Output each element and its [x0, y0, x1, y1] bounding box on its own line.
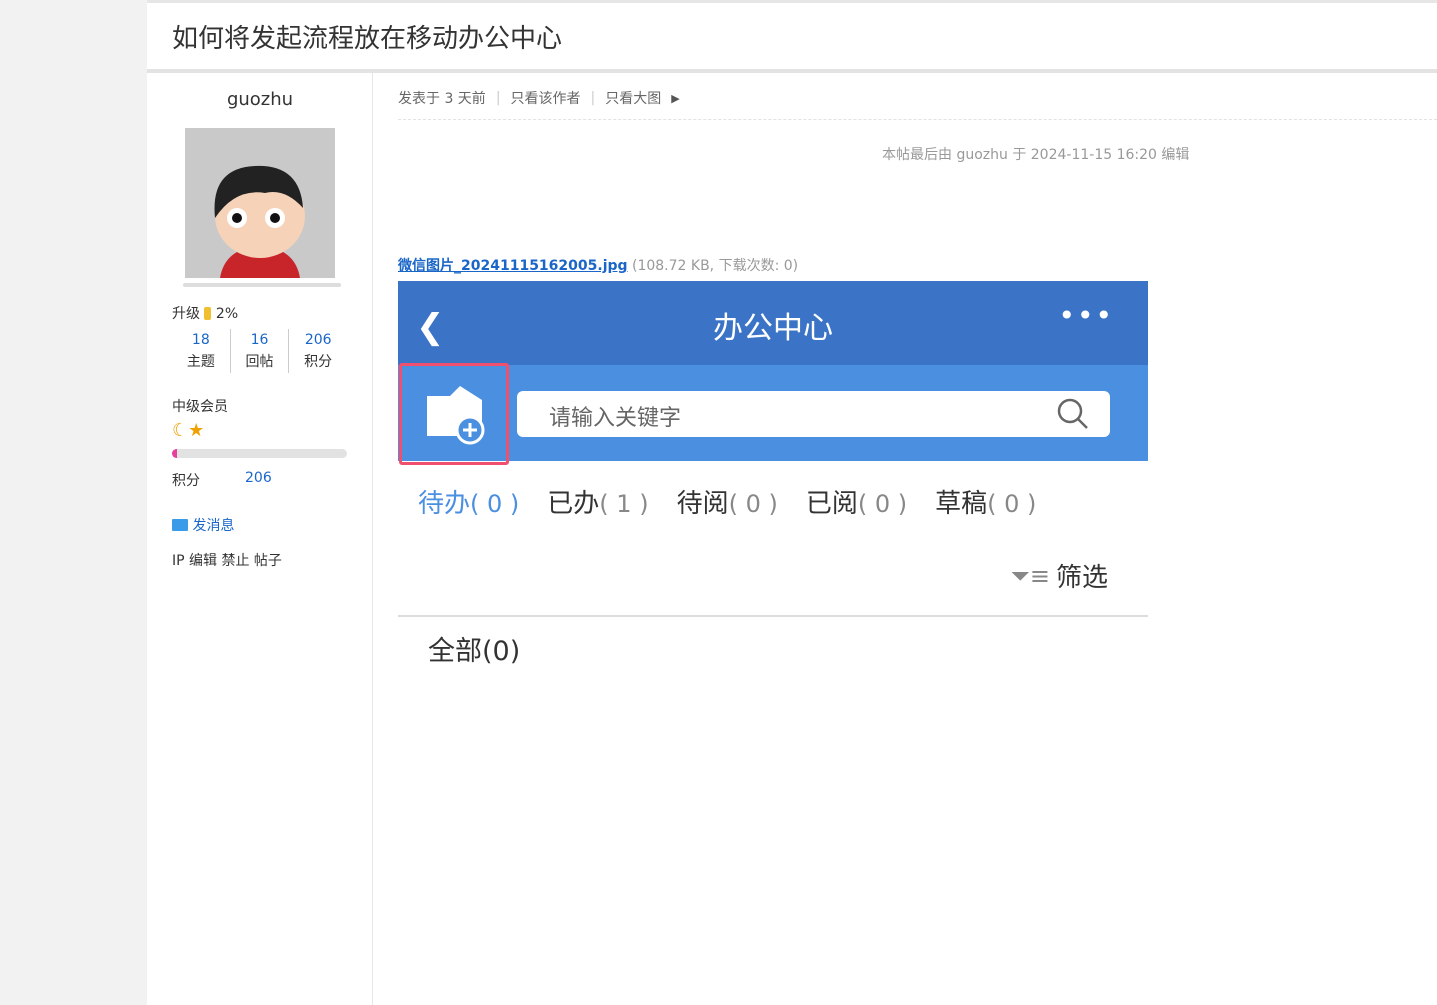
tab-done: 已办( 1 ): [547, 489, 649, 519]
send-message-link[interactable]: 发消息: [172, 515, 234, 535]
app-divider: [398, 615, 1148, 617]
stat-value: 16: [250, 332, 269, 348]
user-stats: 18 主题 16 回帖 206 积分: [172, 329, 347, 373]
more-icon: •••: [1058, 299, 1114, 332]
avatar[interactable]: [185, 128, 335, 278]
points-progress: [172, 449, 347, 458]
attached-screenshot[interactable]: ❮ 办公中心 ••• 请输入关键字 待办( 0 ) 已办( 1 ) 待阅( 0 …: [398, 281, 1148, 681]
send-message-label: 发消息: [192, 518, 235, 534]
top-border: [147, 0, 1437, 3]
upgrade-label: 升级: [172, 306, 200, 322]
triangle-right-icon[interactable]: ▶: [671, 92, 679, 105]
admin-actions[interactable]: IP 编辑 禁止 帖子: [172, 550, 282, 570]
attachment-link[interactable]: 微信图片_20241115162005.jpg: [398, 258, 628, 274]
attachment-info: (108.72 KB, 下载次数: 0): [632, 258, 799, 274]
stat-label: 回帖: [245, 354, 274, 370]
upgrade-percent: 2%: [215, 306, 239, 322]
search-placeholder: 请输入关键字: [549, 406, 682, 431]
app-title: 办公中心: [713, 311, 833, 346]
user-group[interactable]: 中级会员: [172, 396, 228, 416]
attachment: 微信图片_20241115162005.jpg (108.72 KB, 下载次数…: [398, 255, 798, 275]
points-value: 206: [245, 470, 272, 486]
tab-todo: 待办( 0 ): [418, 489, 520, 519]
avatar-divider: [183, 283, 341, 287]
author-name[interactable]: guozhu: [147, 89, 373, 110]
mail-icon: [172, 519, 188, 531]
stat-label: 积分: [304, 354, 333, 370]
app-header: ❮ 办公中心 •••: [398, 281, 1148, 365]
points-label: 积分: [172, 473, 200, 489]
stat-value: 18: [191, 332, 210, 348]
posted-time: 发表于 3 天前: [398, 91, 486, 107]
tab-to-read: 待阅( 0 ): [676, 489, 778, 519]
filter-label: 筛选: [1055, 563, 1108, 593]
new-document-icon: [427, 386, 485, 445]
filter-icon: ⏷≡: [1010, 561, 1050, 590]
author-sidebar: guozhu 升级 2% 18 主题 16 回帖 206 积分 中级会员 ☾★ 积分 …: [147, 73, 373, 1005]
stat-value: 206: [304, 332, 332, 348]
stat-points[interactable]: 206 积分: [288, 329, 347, 373]
stat-replies[interactable]: 16 回帖: [229, 329, 289, 373]
stat-label: 主题: [186, 354, 215, 370]
all-count: 全部(0): [428, 636, 521, 667]
app-tabs: 待办( 0 ) 已办( 1 ) 待阅( 0 ) 已阅( 0 ) 草稿( 0 ): [418, 483, 1036, 520]
battery-icon: [204, 307, 212, 320]
upgrade-row: 升级 2%: [172, 303, 238, 323]
thread-title: 如何将发起流程放在移动办公中心: [172, 24, 563, 54]
post-meta: 发表于 3 天前 | 只看该作者 | 只看大图 ▶: [398, 88, 680, 108]
page-gutter: [0, 0, 147, 1005]
meta-divider: [398, 119, 1437, 120]
only-author-link[interactable]: 只看该作者: [511, 88, 581, 108]
only-big-image-link[interactable]: 只看大图: [605, 88, 661, 108]
filter-button: ⏷≡ 筛选: [1011, 557, 1108, 594]
search-input: 请输入关键字: [517, 391, 1110, 437]
edit-note: 本帖最后由 guozhu 于 2024-11-15 16:20 编辑: [882, 147, 1190, 163]
moon-star-icon: ☾★: [172, 420, 205, 441]
tab-draft: 草稿( 0 ): [935, 489, 1037, 519]
new-process-button: [399, 363, 509, 465]
search-icon: [1057, 398, 1088, 429]
stat-topics[interactable]: 18 主题: [172, 329, 230, 373]
tab-read: 已阅( 0 ): [805, 489, 908, 519]
